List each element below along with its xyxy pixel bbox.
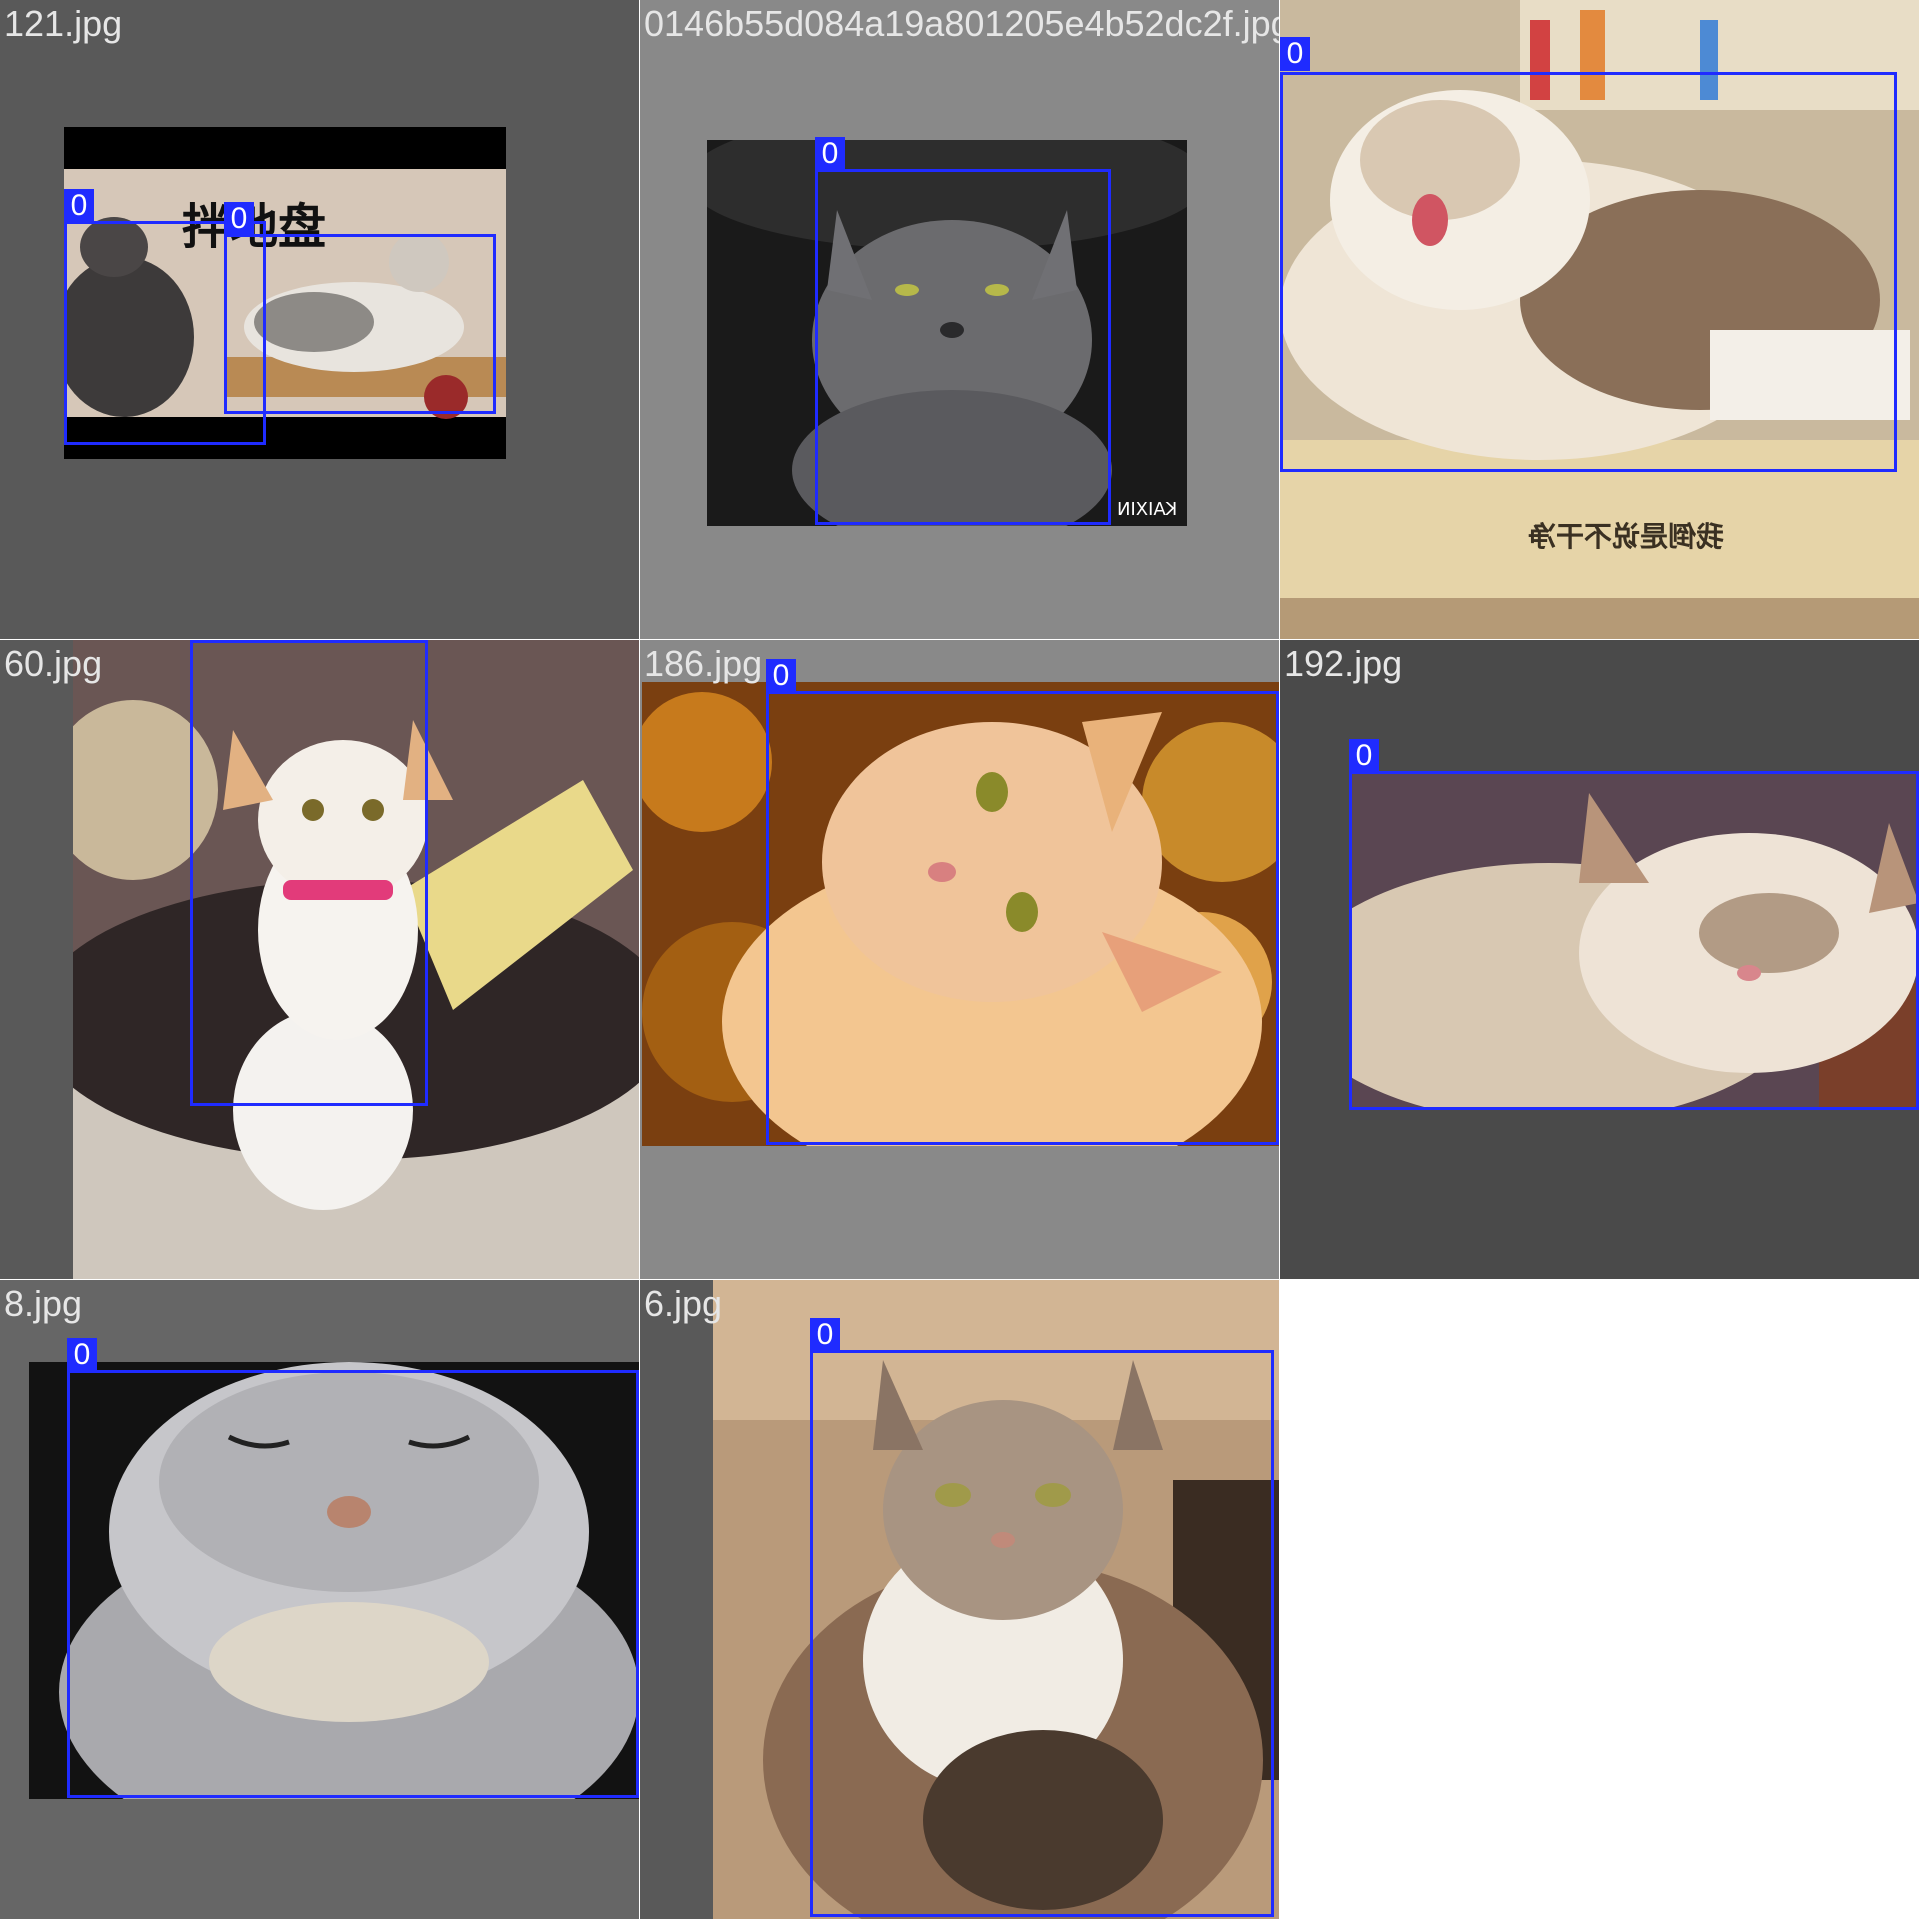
bounding-box: 0: [190, 640, 428, 1106]
filename-label: 8.jpg: [4, 1283, 83, 1324]
watermark-text: KAIXIN: [1116, 499, 1177, 520]
box-label: 0: [67, 1338, 97, 1372]
tile-0146b55d: KAIXIN 0 0146b55d084a19a801205e4b52dc2f.…: [640, 0, 1280, 640]
box-label: 0: [766, 659, 796, 693]
tile-186: 0 186.jpg: [640, 640, 1280, 1280]
filename-label: 0146b55d084a19a801205e4b52dc2f.jpg@1280w: [644, 3, 1279, 44]
subtitle-text: 我倒是说不干净: [1528, 520, 1725, 553]
filename-label: 186.jpg: [644, 643, 763, 684]
bounding-box: 0: [67, 1338, 639, 1798]
bounding-box: 0: [815, 137, 1111, 525]
bounding-box: 0: [766, 659, 1279, 1145]
bounding-box: 0: [224, 202, 496, 414]
tile-74: 我倒是说不干净 0: [1280, 0, 1920, 640]
filename-label: 121.jpg: [4, 3, 123, 44]
tile-6: 0 6.jpg: [640, 1280, 1280, 1920]
bounding-box: 0: [1349, 739, 1919, 1110]
tile-60: 0 60.jpg: [0, 640, 640, 1280]
box-label: 0: [1280, 37, 1310, 71]
tile-8: 0 8.jpg: [0, 1280, 640, 1920]
bounding-box: 0: [1280, 37, 1897, 472]
tile-192: 0 192.jpg: [1280, 640, 1920, 1280]
filename-label: 192.jpg: [1284, 643, 1403, 684]
tile-121: 拌地盘 0 0 121.jpg: [0, 0, 640, 640]
box-label: 0: [815, 137, 845, 171]
box-label: 0: [810, 1318, 840, 1352]
filename-label: 60.jpg: [4, 643, 103, 684]
mosaic-grid: 拌地盘 0 0 121.jpg KAIXIN 0 0146b55d084a19a…: [0, 0, 1920, 1920]
bounding-box: 0: [810, 1318, 1274, 1917]
filename-label: 6.jpg: [644, 1283, 723, 1324]
box-label: 0: [1349, 739, 1379, 773]
box-label: 0: [190, 640, 220, 642]
empty-tile: [1280, 1280, 1920, 1920]
box-label: 0: [64, 189, 94, 223]
box-label: 0: [224, 202, 254, 236]
